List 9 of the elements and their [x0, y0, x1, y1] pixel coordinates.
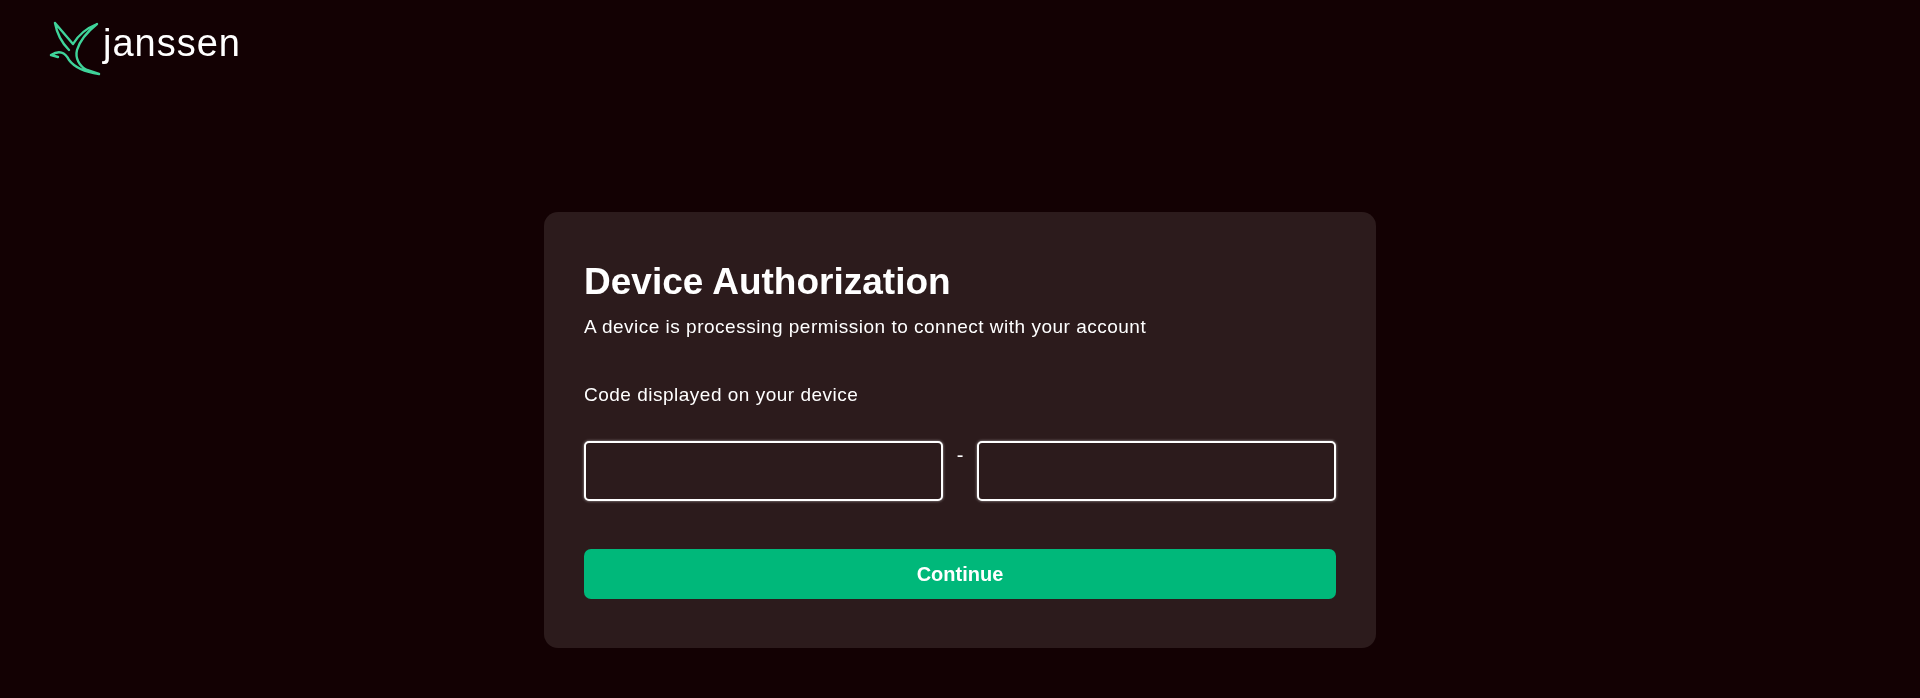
- brand-name: janssen: [103, 24, 241, 62]
- code-label: Code displayed on your device: [584, 383, 860, 407]
- continue-button[interactable]: Continue: [584, 549, 1336, 599]
- code-separator: -: [955, 443, 965, 465]
- dialog-title: Device Authorization: [584, 260, 952, 304]
- code-input-field[interactable]: [584, 441, 943, 501]
- dialog-subtitle: A device is processing permission to connect with your account: [584, 315, 1148, 339]
- bird-logo-icon: [49, 20, 101, 76]
- code-input-field[interactable]: [977, 441, 1336, 501]
